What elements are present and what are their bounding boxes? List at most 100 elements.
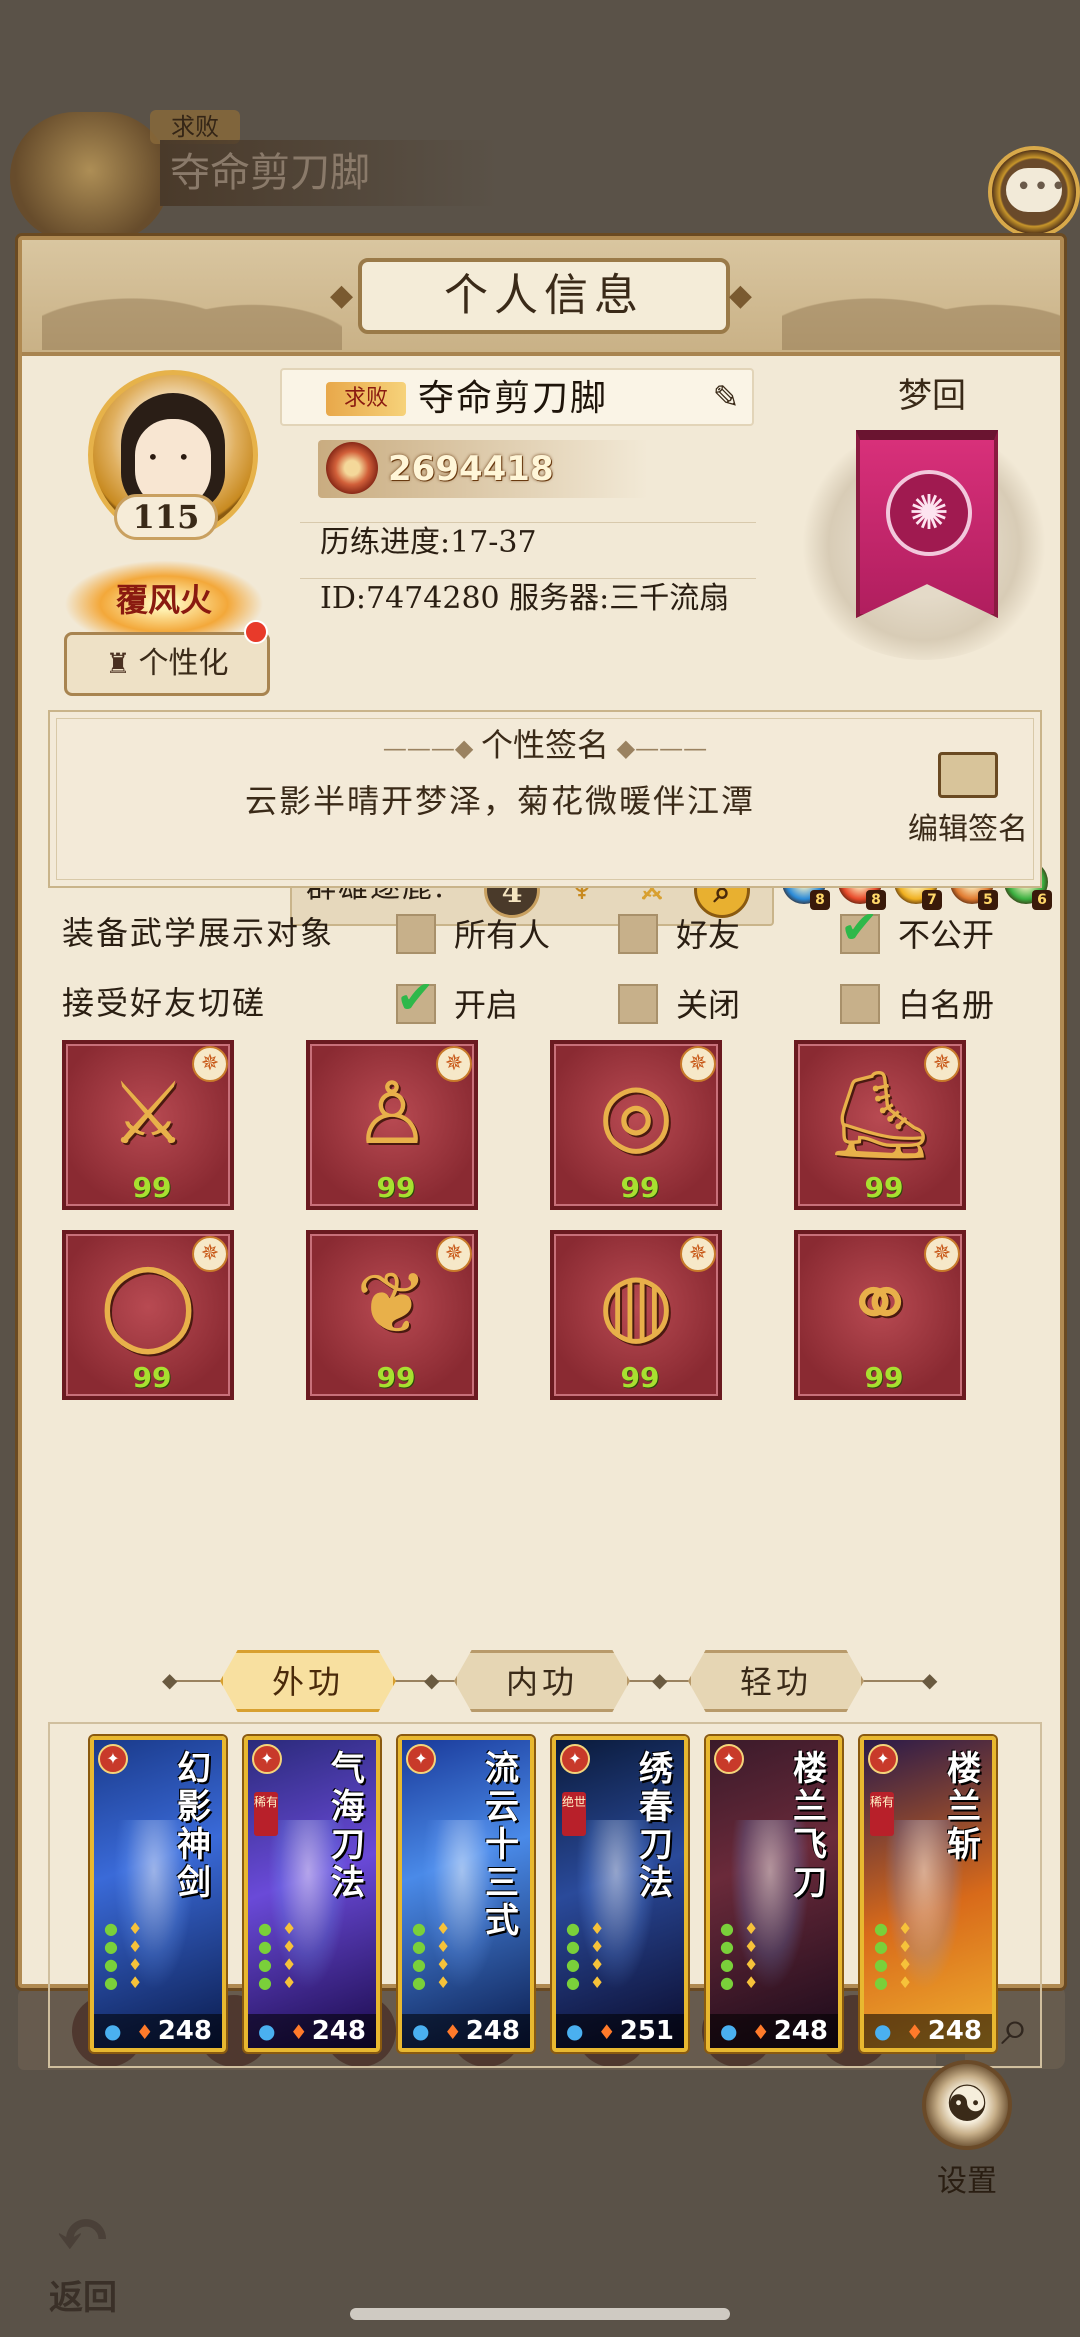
equipment-grade: 99 — [620, 1171, 660, 1204]
equipment-slot-ring[interactable]: ✵ ⚭ 99 — [794, 1230, 966, 1400]
equipment-slot-boots[interactable]: ✵ ⛸ 99 — [794, 1040, 966, 1210]
settings-button[interactable]: ☯ 设置 — [902, 2060, 1032, 2199]
show-equipment-option-label: 好友 — [676, 916, 741, 954]
sword-emblem-icon: ✦ — [406, 1744, 436, 1774]
sect-name: 梦回 — [898, 376, 966, 416]
combat-power: 2694418 — [318, 440, 648, 498]
equipment-grade: 99 — [864, 1171, 904, 1204]
accept-sparring-checkbox[interactable] — [396, 970, 436, 1024]
notification-dot — [244, 620, 268, 644]
sword-emblem-icon: ✦ — [560, 1744, 590, 1774]
martial-art-name: 幻影神剑 — [177, 1749, 211, 1903]
sword-emblem-icon: ✦ — [252, 1744, 282, 1774]
martial-art-value-bar: ● ♦ 251 — [556, 2014, 684, 2048]
flame-pips-icon: ♦ ♦ ♦ ♦ — [898, 1919, 913, 1992]
equipment-grade: 99 — [864, 1361, 904, 1394]
flame-icon: ♦ — [905, 2020, 924, 2044]
element-level: 6 — [1032, 890, 1052, 910]
martial-art-value: 248 — [927, 2016, 982, 2046]
martial-art-value: 251 — [619, 2016, 674, 2046]
diamond-icon: ◆ — [162, 1668, 178, 1692]
martial-art-card[interactable]: ✦ 楼兰斩 ● ● ● ● ♦ ♦ ♦ ♦ ● ♦ 248 稀有 — [860, 1736, 996, 2052]
equipment-grade: 99 — [376, 1361, 416, 1394]
martial-art-card[interactable]: ✦ 气海刀法 ● ● ● ● ♦ ♦ ♦ ♦ ● ♦ 248 稀有 — [244, 1736, 380, 2052]
martial-art-value: 248 — [311, 2016, 366, 2046]
signature-header: ———◆ 个性签名 ◆——— — [50, 720, 1040, 766]
martial-art-value: 248 — [773, 2016, 828, 2046]
necklace-icon: ◯ — [99, 1254, 197, 1354]
martial-art-card[interactable]: ✦ 楼兰飞刀 ● ● ● ● ♦ ♦ ♦ ♦ ● ♦ 248 — [706, 1736, 842, 2052]
name-box: 求败 夺命剪刀脚 ✎ — [280, 368, 754, 426]
background-avatar — [10, 112, 170, 242]
chat-bubble-icon — [1006, 168, 1068, 212]
martial-art-name: 绣春刀法 — [639, 1749, 673, 1903]
tab-0[interactable]: 外功 — [220, 1650, 396, 1712]
sword-emblem-icon: ✦ — [714, 1744, 744, 1774]
belt-icon: ◎ — [598, 1064, 674, 1164]
equipment-slot-sword[interactable]: ✵ ⚔ 99 — [62, 1040, 234, 1210]
accept-sparring-checkbox[interactable] — [618, 984, 658, 1024]
drop-icon: ● — [258, 2019, 276, 2043]
equipment-slot-necklace[interactable]: ✵ ◯ 99 — [62, 1230, 234, 1400]
equipment-grade: 99 — [132, 1361, 172, 1394]
show-equipment-checkbox[interactable] — [396, 914, 436, 954]
martial-art-name: 楼兰飞刀 — [793, 1749, 827, 1903]
divider: ◆——— — [609, 734, 708, 762]
equipment-slot-robe[interactable]: ✵ ♙ 99 — [306, 1040, 478, 1210]
martial-art-card[interactable]: ✦ 流云十三式 ● ● ● ● ♦ ♦ ♦ ♦ ● ♦ 248 — [398, 1736, 534, 2052]
bracelet-icon: ◍ — [598, 1254, 674, 1354]
home-indicator[interactable] — [350, 2308, 730, 2320]
title-badge[interactable]: 覆风火 — [64, 560, 264, 640]
edit-name-icon[interactable]: ✎ — [706, 378, 746, 418]
profile-panel: 个人信息 115 覆风火 ♜个性化 求败 夺命剪刀脚 ✎ 2694418 历练进… — [18, 236, 1064, 2199]
equipment-slot-belt[interactable]: ✵ ◎ 99 — [550, 1040, 722, 1210]
tab-1[interactable]: 内功 — [454, 1650, 630, 1712]
divider: ———◆ — [382, 734, 481, 762]
accept-sparring-option-label: 开启 — [454, 986, 519, 1024]
rarity-tag: 绝世 — [562, 1792, 586, 1836]
robe-icon: ♙ — [353, 1064, 431, 1164]
martial-art-value-bar: ● ♦ 248 — [710, 2014, 838, 2048]
power-value: 2694418 — [388, 449, 554, 489]
back-label: 返回 — [49, 2278, 117, 2318]
clothing-icon: ♜ — [105, 647, 131, 680]
flame-pips-icon: ♦ ♦ ♦ ♦ — [128, 1919, 143, 1992]
sword-emblem-icon: ✦ — [868, 1744, 898, 1774]
player-name: 夺命剪刀脚 — [418, 378, 609, 419]
id-server-text: ID:7474280 服务器:三千流扇 — [300, 578, 756, 619]
accept-sparring-checkbox[interactable] — [840, 984, 880, 1024]
sword-emblem-icon: ✦ — [98, 1744, 128, 1774]
ring-icon: ⚭ — [843, 1254, 917, 1354]
tab-2[interactable]: 轻功 — [688, 1650, 864, 1712]
panel-header: 个人信息 — [22, 240, 1060, 356]
flame-pips-icon: ♦ ♦ ♦ ♦ — [590, 1919, 605, 1992]
martial-art-card[interactable]: ✦ 绣春刀法 ● ● ● ● ♦ ♦ ♦ ♦ ● ♦ 251 绝世 — [552, 1736, 688, 2052]
show-equipment-checkbox[interactable] — [618, 914, 658, 954]
equipment-slot-pendant[interactable]: ✵ ❦ 99 — [306, 1230, 478, 1400]
settings-label: 设置 — [937, 2164, 997, 2199]
martial-art-value-bar: ● ♦ 248 — [402, 2014, 530, 2048]
level-badge: 115 — [114, 494, 218, 540]
show-equipment-label: 装备武学展示对象 — [62, 914, 335, 952]
chat-button[interactable] — [988, 146, 1080, 238]
equipment-grade: 99 — [132, 1171, 172, 1204]
power-icon — [326, 442, 378, 494]
drop-icon: ● — [566, 2019, 584, 2043]
rank-tag: 求败 — [326, 382, 406, 416]
drop-icon: ● — [874, 2019, 892, 2043]
edit-signature-label: 编辑签名 — [908, 812, 1028, 847]
martial-art-name: 楼兰斩 — [947, 1749, 981, 1865]
flame-icon: ♦ — [597, 2020, 616, 2044]
back-arrow-icon: ↶ — [53, 2193, 113, 2276]
mountain-decoration — [42, 260, 342, 350]
equipment-slot-bracelet[interactable]: ✵ ◍ 99 — [550, 1230, 722, 1400]
edit-signature-button[interactable]: 编辑签名 — [898, 752, 1038, 862]
boots-icon: ⛸ — [825, 1065, 935, 1165]
progress-text: 历练进度:17-37 — [300, 522, 756, 563]
martial-art-card[interactable]: ✦ 幻影神剑 ● ● ● ● ♦ ♦ ♦ ♦ ● ♦ 248 — [90, 1736, 226, 2052]
show-equipment-option-label: 不公开 — [898, 916, 995, 954]
personalize-button[interactable]: ♜ 个性化 — [64, 632, 270, 696]
flame-icon: ♦ — [135, 2020, 154, 2044]
back-button[interactable]: ↶ 返回 — [28, 2193, 138, 2319]
show-equipment-checkbox[interactable] — [840, 900, 880, 954]
